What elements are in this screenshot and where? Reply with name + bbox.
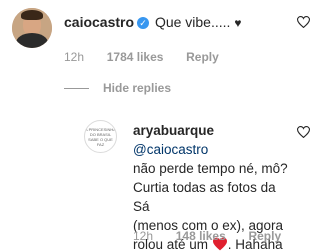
reply-text-line2: Curtia todas as fotos da Sá [133, 180, 276, 214]
comment-likes[interactable]: 1784 likes [107, 50, 164, 64]
hide-replies-line [64, 87, 89, 89]
comment-text: Que vibe..... [154, 14, 235, 30]
hide-replies-label: Hide replies [103, 81, 172, 95]
reply-time: 12h [133, 229, 154, 243]
avatar-aryabuarque[interactable]: A PRINCESINHA DO BRASIL SABE O QUE FAZ [84, 120, 117, 153]
comment-username[interactable]: caiocastro [64, 14, 134, 30]
hide-replies-toggle[interactable]: Hide replies [64, 81, 171, 95]
reply-reply-button[interactable]: Reply [248, 229, 281, 243]
avatar-shirt [16, 33, 48, 48]
reply-likes[interactable]: 148 likes [176, 229, 226, 243]
avatar-caiocastro[interactable] [12, 8, 52, 48]
comment-reply-button[interactable]: Reply [186, 50, 219, 64]
reply-meta: 12h 148 likes Reply [133, 229, 281, 243]
black-heart-emoji-icon: ♥ [234, 16, 242, 30]
comment-time: 12h [64, 50, 85, 64]
comment-body: caiocastro ✓ Que vibe..... ♥ [64, 13, 241, 32]
verified-badge-icon: ✓ [137, 17, 150, 29]
heart-outline-icon[interactable] [297, 16, 310, 28]
reply-mention[interactable]: @caiocastro [133, 142, 208, 157]
avatar-hair [21, 10, 43, 20]
reply-username[interactable]: aryabuarque [133, 123, 214, 138]
comment-meta: 12h 1784 likes Reply [64, 50, 219, 64]
avatar-reply-text: A PRINCESINHA DO BRASIL SABE O QUE FAZ [85, 126, 116, 147]
heart-outline-icon[interactable] [297, 126, 310, 138]
reply-text-line1: não perde tempo né, mô? [133, 161, 288, 176]
